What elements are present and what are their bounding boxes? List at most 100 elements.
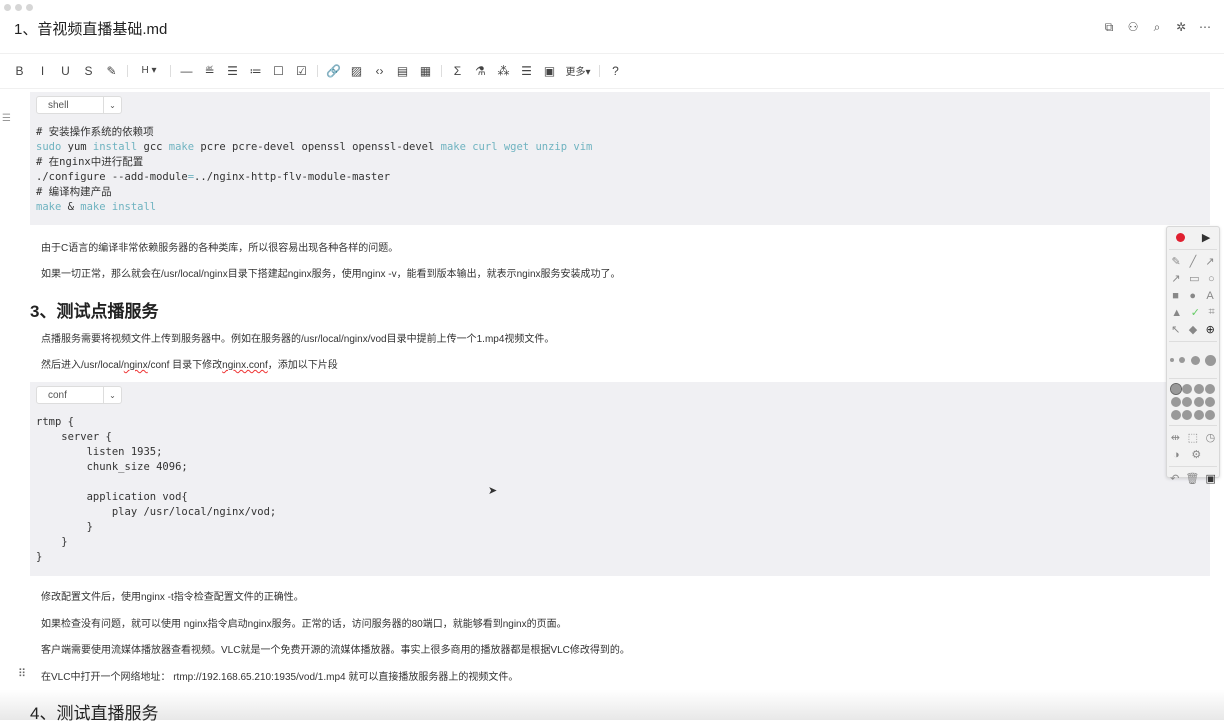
record-icon[interactable] <box>1175 233 1185 242</box>
ordered-list-button[interactable]: ≔ <box>244 64 267 78</box>
flask-button[interactable]: ⚗ <box>469 64 492 78</box>
code-line: chunk_size 4096; <box>36 460 276 475</box>
pointer-icon[interactable]: ↖ <box>1171 323 1180 336</box>
line-icon[interactable]: ╱ <box>1190 255 1197 268</box>
code-text: } <box>36 536 68 548</box>
highlight-button[interactable]: ✎ <box>100 64 123 78</box>
rect-icon[interactable]: ▭ <box>1189 272 1199 285</box>
color-swatch[interactable] <box>1193 383 1204 394</box>
code-block-conf[interactable]: conf ⌄ rtmp { server { listen 1935; chunk… <box>30 382 1210 576</box>
undo-icon[interactable]: ↶ <box>1170 472 1179 485</box>
highlight-icon[interactable]: ▲ <box>1171 307 1182 319</box>
color-swatch[interactable] <box>1169 382 1182 395</box>
bullet-list-button[interactable]: ☰ <box>221 64 244 78</box>
quote-button[interactable]: ≝ <box>198 64 221 78</box>
horizontal-rule-button[interactable]: — <box>175 64 198 78</box>
mindmap-icon[interactable]: ✲ <box>1174 20 1188 35</box>
underline-button[interactable]: U <box>54 64 77 78</box>
strikethrough-button[interactable]: S <box>77 64 100 78</box>
outline-toggle-icon[interactable]: ☰ <box>2 113 11 124</box>
window-controls[interactable] <box>4 4 33 11</box>
color-swatch[interactable] <box>1193 396 1204 407</box>
more-icon[interactable]: ⋯ <box>1198 20 1212 35</box>
mouse-cursor-icon: ➤ <box>488 485 498 497</box>
document-title: 1、音视频直播基础.md <box>14 21 168 38</box>
zoom-icon[interactable]: ⊕ <box>1206 323 1215 336</box>
size-2[interactable] <box>1179 357 1186 363</box>
color-swatch[interactable] <box>1205 396 1216 407</box>
link-button[interactable]: 🔗 <box>322 64 345 78</box>
size-1[interactable] <box>1169 358 1174 362</box>
code-text: application vod{ <box>36 491 188 503</box>
language-select[interactable]: shell ⌄ <box>36 96 122 114</box>
paragraph: 修改配置文件后，使用nginx -t指令检查配置文件的正确性。 <box>41 592 304 603</box>
trash-icon[interactable]: 🗑 <box>1185 472 1199 485</box>
size-3[interactable] <box>1190 355 1200 365</box>
code-content[interactable]: # 安装操作系统的依赖项 sudo yum install gcc make pc… <box>36 125 592 215</box>
checkbox-button[interactable]: ☐ <box>267 64 290 78</box>
text-icon[interactable]: A <box>1206 290 1213 302</box>
table-button[interactable]: ▦ <box>414 64 437 78</box>
heading-button[interactable]: H ▾ <box>132 65 166 76</box>
inline-code-button[interactable]: ‹› <box>368 64 391 78</box>
file-button[interactable]: ▣ <box>538 64 561 78</box>
select-area-icon[interactable]: ⬚ <box>1188 431 1198 444</box>
paragraph: 客户端需要使用流媒体播放器查看视频。VLC就是一个免费开源的流媒体播放器。事实上… <box>41 645 630 656</box>
paragraph: 如果一切正常，那么就会在/usr/local/nginx目录下搭建起nginx服… <box>41 269 621 280</box>
code-text: gcc <box>137 141 169 153</box>
code-line: make & make install <box>36 200 592 215</box>
color-swatch[interactable] <box>1193 410 1204 421</box>
code-block-button[interactable]: ▤ <box>391 64 414 78</box>
toolbar-separator <box>599 64 600 77</box>
color-swatch[interactable] <box>1182 396 1193 407</box>
code-keyword: make <box>36 201 62 213</box>
color-swatch[interactable] <box>1205 383 1216 394</box>
code-text: ./configure --add-module <box>36 171 188 183</box>
code-line: } <box>36 550 276 565</box>
code-keyword: install <box>92 141 138 153</box>
filled-circle-icon[interactable]: ● <box>1189 290 1196 302</box>
crop-icon[interactable]: ⌗ <box>1209 306 1215 319</box>
split-icon[interactable]: ⇹ <box>1171 431 1180 444</box>
code-line: ./configure --add-module=../nginx-http-f… <box>36 170 592 185</box>
contrast-icon[interactable]: ◑ <box>1173 449 1180 461</box>
image-button[interactable]: ▨ <box>345 64 368 78</box>
save-image-icon[interactable]: ▣ <box>1206 472 1216 485</box>
toolbar-separator <box>170 64 171 77</box>
check-icon[interactable]: ✓ <box>1191 306 1200 319</box>
header-actions: ⧉ ⚇ ⌕ ✲ ⋯ <box>1102 20 1212 35</box>
color-swatch[interactable] <box>1205 410 1216 421</box>
pen-icon[interactable]: ✎ <box>1171 255 1180 268</box>
color-swatch[interactable] <box>1170 410 1181 421</box>
share-user-icon[interactable]: ⚇ <box>1126 20 1140 35</box>
drag-handle-icon[interactable]: ⠿ <box>18 667 26 680</box>
code-block-shell[interactable]: shell ⌄ # 安装操作系统的依赖项 sudo yum install gcc … <box>30 92 1210 225</box>
size-4[interactable] <box>1205 354 1217 366</box>
timer-icon[interactable]: ◷ <box>1206 431 1216 444</box>
task-button[interactable]: ☑ <box>290 64 313 78</box>
code-content[interactable]: rtmp { server { listen 1935; chunk_size … <box>36 415 276 565</box>
more-button[interactable]: 更多▾ <box>561 63 595 78</box>
bold-button[interactable]: B <box>8 64 31 78</box>
settings-icon[interactable]: ⚙ <box>1191 448 1201 461</box>
search-replace-icon[interactable]: ⌕ <box>1150 20 1164 35</box>
color-swatch[interactable] <box>1182 383 1193 394</box>
arrow-icon[interactable]: ↗ <box>1205 255 1214 268</box>
eraser-icon[interactable]: ◆ <box>1189 323 1197 336</box>
color-swatch[interactable] <box>1170 396 1181 407</box>
language-select[interactable]: conf ⌄ <box>36 386 122 404</box>
diagram-button[interactable]: ⁂ <box>492 64 515 78</box>
code-line: } <box>36 520 276 535</box>
toc-button[interactable]: ☰ <box>515 64 538 78</box>
italic-button[interactable]: I <box>31 64 54 78</box>
color-swatch[interactable] <box>1182 410 1193 421</box>
code-text: listen 1935; <box>36 446 163 458</box>
marker-icon[interactable]: ↗ <box>1171 272 1180 285</box>
outline-view-icon[interactable]: ⧉ <box>1102 20 1116 35</box>
help-button[interactable]: ? <box>604 64 627 78</box>
play-icon[interactable]: ▶ <box>1202 231 1210 244</box>
formula-button[interactable]: Σ <box>446 64 469 78</box>
filled-rect-icon[interactable]: ■ <box>1172 290 1179 302</box>
code-text: server { <box>36 431 112 443</box>
ellipse-icon[interactable]: ○ <box>1208 273 1215 285</box>
